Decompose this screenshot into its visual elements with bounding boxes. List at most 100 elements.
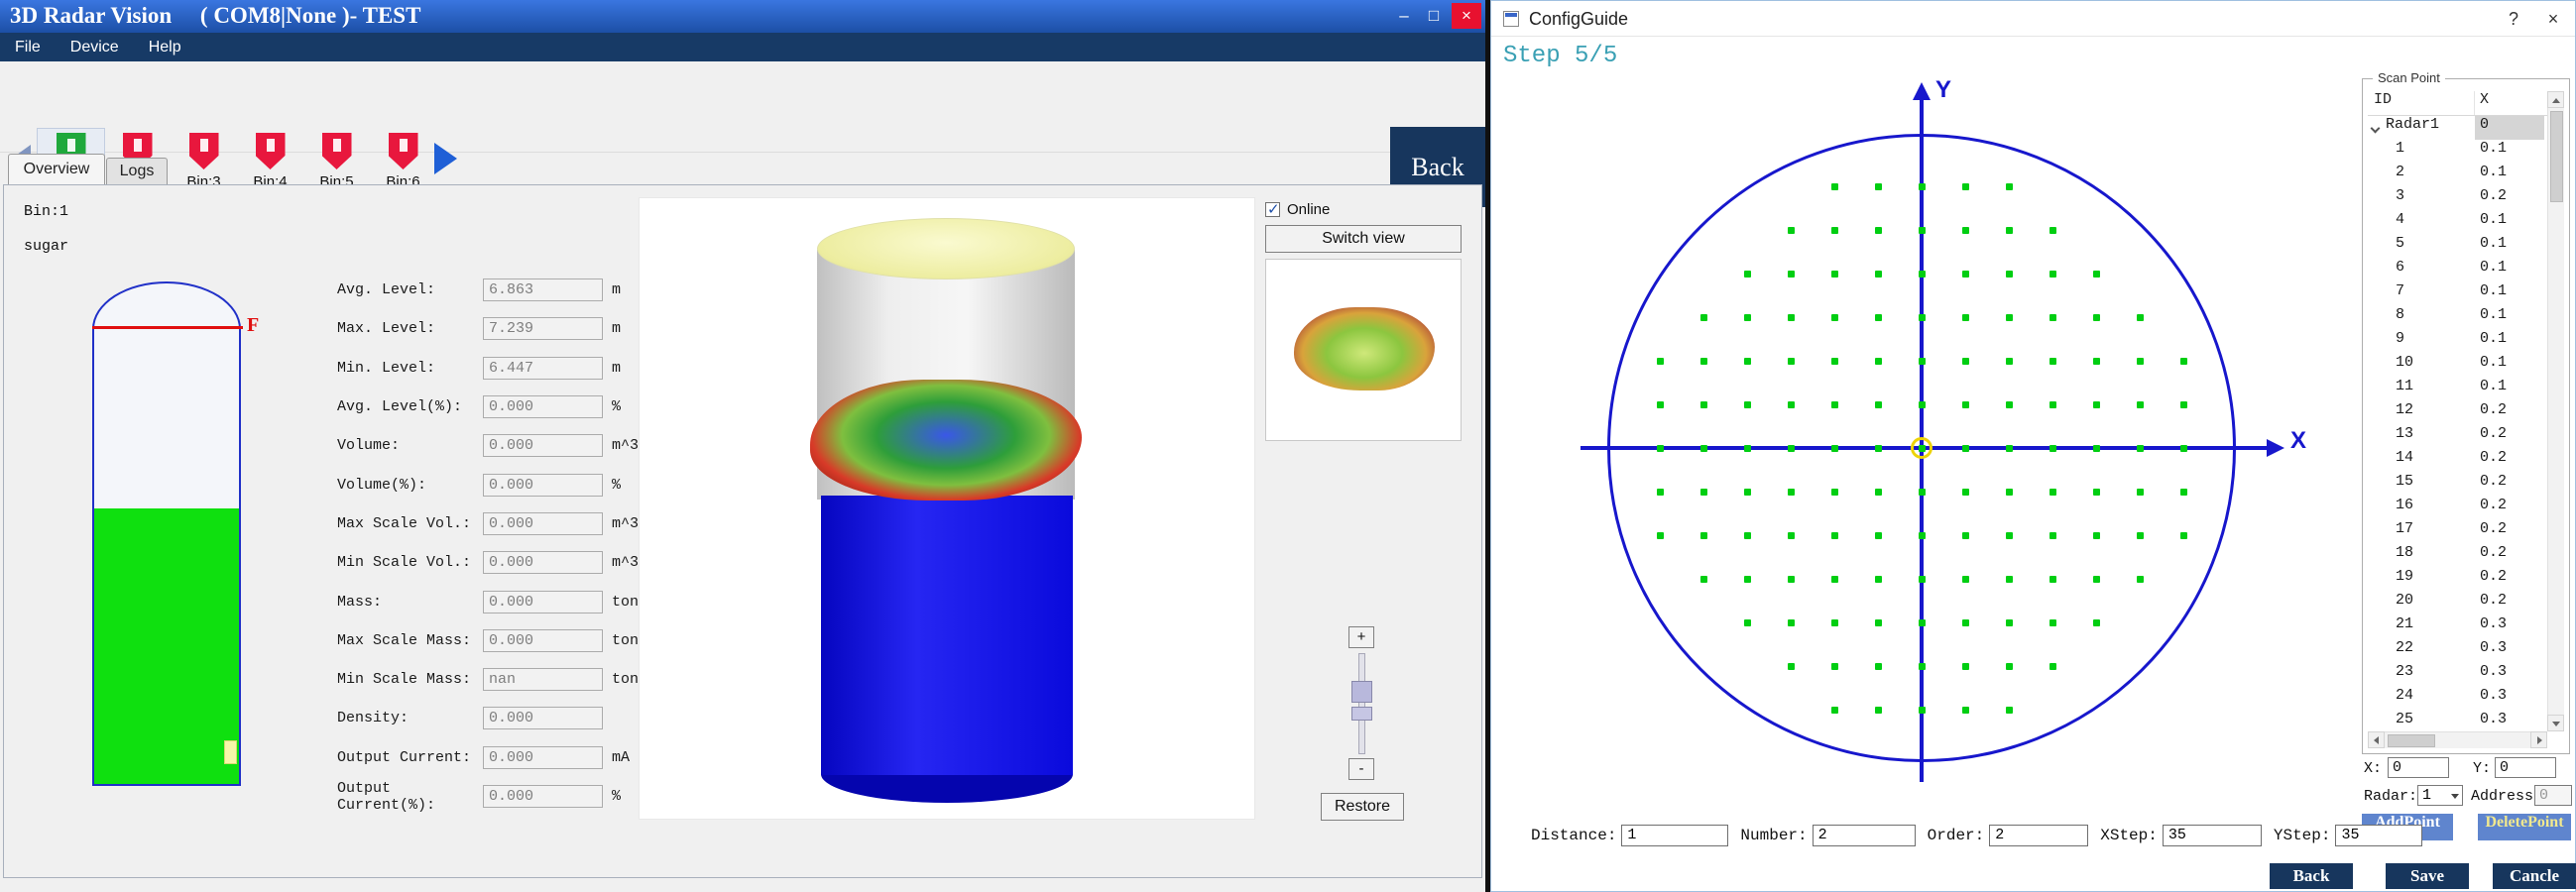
scroll-left-button[interactable]	[2368, 731, 2385, 748]
delete-point-button[interactable]: DeletePoint	[2478, 814, 2571, 840]
tab-logs[interactable]: Logs	[106, 158, 168, 184]
scan-dot	[1831, 619, 1838, 626]
scan-point-x-cell: 0.2	[2475, 425, 2544, 449]
scan-dot	[1831, 358, 1838, 365]
title-bar[interactable]: 3D Radar Vision ( COM8|None )- TEST – □ …	[0, 0, 1485, 33]
restore-button[interactable]: Restore	[1321, 793, 1404, 821]
scan-point-row[interactable]: 140.2	[2368, 449, 2547, 473]
tab-overview[interactable]: Overview	[8, 154, 105, 184]
field-input[interactable]: 0.000	[483, 746, 603, 769]
scan-point-row[interactable]: 220.3	[2368, 639, 2547, 663]
field-input[interactable]: 0.000	[483, 591, 603, 613]
scan-dot	[2049, 489, 2056, 496]
scan-point-row[interactable]: 50.1	[2368, 235, 2547, 259]
scan-point-row[interactable]: 200.2	[2368, 592, 2547, 615]
scan-point-row[interactable]: 100.1	[2368, 354, 2547, 378]
scan-point-row[interactable]: 30.2	[2368, 187, 2547, 211]
field-input[interactable]: 0.000	[483, 395, 603, 418]
online-checkbox[interactable]	[1265, 202, 1280, 217]
close-button[interactable]: ×	[1452, 3, 1481, 29]
zoom-out-button[interactable]: -	[1348, 758, 1374, 780]
scan-point-row[interactable]: 20.1	[2368, 164, 2547, 187]
horizontal-scroll-thumb[interactable]	[2388, 734, 2435, 747]
scan-point-row[interactable]: 240.3	[2368, 687, 2547, 711]
scan-point-group: Scan Point ID X Radar1010.120.130.240.15…	[2362, 78, 2570, 754]
scan-point-row[interactable]: 110.1	[2368, 378, 2547, 401]
next-bin-arrow-icon[interactable]	[434, 143, 457, 174]
scan-point-id-cell: 8	[2368, 306, 2475, 330]
maximize-button[interactable]: □	[1420, 3, 1448, 29]
vertical-scrollbar[interactable]	[2547, 91, 2564, 731]
field-input[interactable]: 6.447	[483, 357, 603, 380]
param-input[interactable]: 1	[1621, 825, 1728, 846]
render-3d-view[interactable]	[639, 197, 1255, 820]
scan-point-row[interactable]: 80.1	[2368, 306, 2547, 330]
scan-point-row[interactable]: 130.2	[2368, 425, 2547, 449]
field-input[interactable]: 7.239	[483, 317, 603, 340]
scroll-up-button[interactable]	[2547, 91, 2564, 108]
configguide-title-bar[interactable]: ConfigGuide ? ×	[1491, 1, 2575, 37]
scan-point-row[interactable]: Radar10	[2368, 116, 2547, 140]
zoom-slider-handle-2[interactable]	[1351, 707, 1372, 721]
scan-table-header[interactable]: ID X	[2368, 91, 2564, 116]
column-header-x[interactable]: X	[2475, 91, 2544, 115]
wizard-cancel-button[interactable]: Cancle	[2493, 863, 2576, 889]
address-input[interactable]: 0	[2534, 785, 2572, 806]
vertical-scroll-thumb[interactable]	[2550, 111, 2563, 202]
x-coord-input[interactable]: 0	[2388, 757, 2449, 778]
field-label: Min Scale Mass:	[337, 671, 483, 688]
zoom-slider-handle[interactable]	[1351, 681, 1372, 703]
menu-file[interactable]: File	[0, 33, 56, 61]
field-row: Volume:0.000m^3	[337, 426, 639, 465]
scroll-down-button[interactable]	[2547, 715, 2564, 731]
field-input[interactable]: 0.000	[483, 785, 603, 808]
column-header-id[interactable]: ID	[2368, 91, 2475, 115]
surface-preview-image[interactable]	[1265, 259, 1462, 441]
material-surface	[810, 380, 1082, 501]
field-input[interactable]: 0.000	[483, 474, 603, 497]
scan-point-row[interactable]: 40.1	[2368, 211, 2547, 235]
radar-select[interactable]: 1	[2417, 785, 2463, 806]
field-input[interactable]: 0.000	[483, 629, 603, 652]
scroll-right-button[interactable]	[2530, 731, 2547, 748]
param-input[interactable]: 35	[2163, 825, 2262, 846]
scan-point-row[interactable]: 180.2	[2368, 544, 2547, 568]
field-input[interactable]: 6.863	[483, 279, 603, 301]
scan-dot	[1962, 707, 1969, 714]
param-input[interactable]: 35	[2335, 825, 2422, 846]
scan-point-row[interactable]: 190.2	[2368, 568, 2547, 592]
field-input[interactable]: 0.000	[483, 434, 603, 457]
menu-help[interactable]: Help	[134, 33, 196, 61]
field-input[interactable]: nan	[483, 668, 603, 691]
scan-point-row[interactable]: 60.1	[2368, 259, 2547, 282]
y-coord-input[interactable]: 0	[2495, 757, 2556, 778]
minimize-button[interactable]: –	[1390, 3, 1418, 29]
scan-point-row[interactable]: 250.3	[2368, 711, 2547, 731]
scan-point-row[interactable]: 70.1	[2368, 282, 2547, 306]
horizontal-scrollbar[interactable]	[2368, 731, 2547, 748]
scan-parameters-row: Distance:1Number:2Order:2XStep:35YStep:3…	[1531, 825, 2434, 846]
param-input[interactable]: 2	[1989, 825, 2088, 846]
wizard-save-button[interactable]: Save	[2386, 863, 2469, 889]
scan-point-row[interactable]: 160.2	[2368, 497, 2547, 520]
scan-point-row[interactable]: 120.2	[2368, 401, 2547, 425]
field-input[interactable]: 0.000	[483, 551, 603, 574]
configguide-close-button[interactable]: ×	[2538, 5, 2568, 33]
scan-point-row[interactable]: 90.1	[2368, 330, 2547, 354]
field-row: Max Scale Vol.:0.000m^3	[337, 504, 639, 543]
switch-view-button[interactable]: Switch view	[1265, 225, 1462, 253]
field-input[interactable]: 0.000	[483, 512, 603, 535]
field-input[interactable]: 0.000	[483, 707, 603, 729]
menu-device[interactable]: Device	[56, 33, 134, 61]
zoom-in-button[interactable]: +	[1348, 626, 1374, 648]
tree-expand-icon[interactable]	[2371, 124, 2381, 134]
help-button[interactable]: ?	[2499, 5, 2528, 33]
zoom-slider[interactable]	[1358, 653, 1365, 754]
scan-point-row[interactable]: 150.2	[2368, 473, 2547, 497]
wizard-back-button[interactable]: Back	[2270, 863, 2353, 889]
scan-point-row[interactable]: 230.3	[2368, 663, 2547, 687]
scan-point-row[interactable]: 170.2	[2368, 520, 2547, 544]
param-input[interactable]: 2	[1813, 825, 1916, 846]
scan-point-row[interactable]: 210.3	[2368, 615, 2547, 639]
scan-point-row[interactable]: 10.1	[2368, 140, 2547, 164]
